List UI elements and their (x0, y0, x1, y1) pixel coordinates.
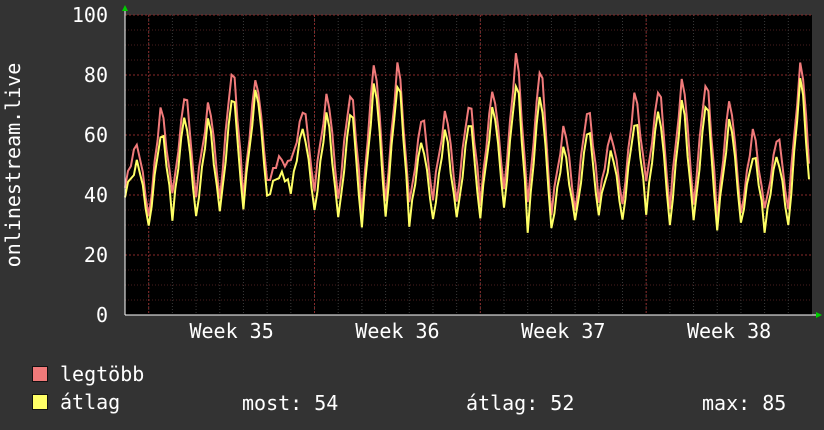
legend-item-max: legtöbb (32, 362, 145, 386)
y-tick-label: 80 (84, 63, 108, 87)
stat-average-value: 52 (550, 391, 575, 415)
x-tick-label: Week 36 (355, 319, 439, 340)
plot-area (125, 15, 812, 315)
x-tick-label: Week 35 (189, 319, 273, 340)
y-tick-label: 100 (72, 3, 108, 27)
legend-item-avg: átlag (32, 390, 121, 414)
x-tick-label: Week 38 (687, 319, 771, 340)
y-axis-arrow (122, 5, 128, 11)
stat-average: átlag: 52 (466, 391, 574, 415)
stat-now-label: most: (242, 391, 303, 415)
line-chart: 0 20 40 60 80 100 Week 35 Week 36 Week 37 Week 38… (1, 3, 822, 340)
x-tick-label: Week 37 (521, 319, 605, 340)
stat-average-label: átlag: (466, 391, 539, 415)
stat-max-value: 85 (762, 391, 787, 415)
stat-max: max: 85 (702, 391, 786, 415)
y-tick-label: 0 (96, 303, 108, 327)
chart-stage: 0 20 40 60 80 100 Week 35 Week 36 Week 37 Week 38… (0, 0, 824, 430)
x-axis-arrow (816, 312, 822, 318)
y-axis-label: onlinestream.live (1, 63, 25, 268)
avg-series-label: átlag (60, 390, 121, 414)
stat-now: most: 54 (242, 391, 338, 415)
max-series-label: legtöbb (60, 362, 145, 386)
y-tick-label: 20 (84, 243, 108, 267)
y-tick-label: 60 (84, 123, 108, 147)
y-tick-label: 40 (84, 183, 108, 207)
stat-max-label: max: (702, 391, 751, 415)
avg-swatch (32, 394, 48, 410)
max-swatch (32, 366, 48, 382)
stat-now-value: 54 (314, 391, 339, 415)
